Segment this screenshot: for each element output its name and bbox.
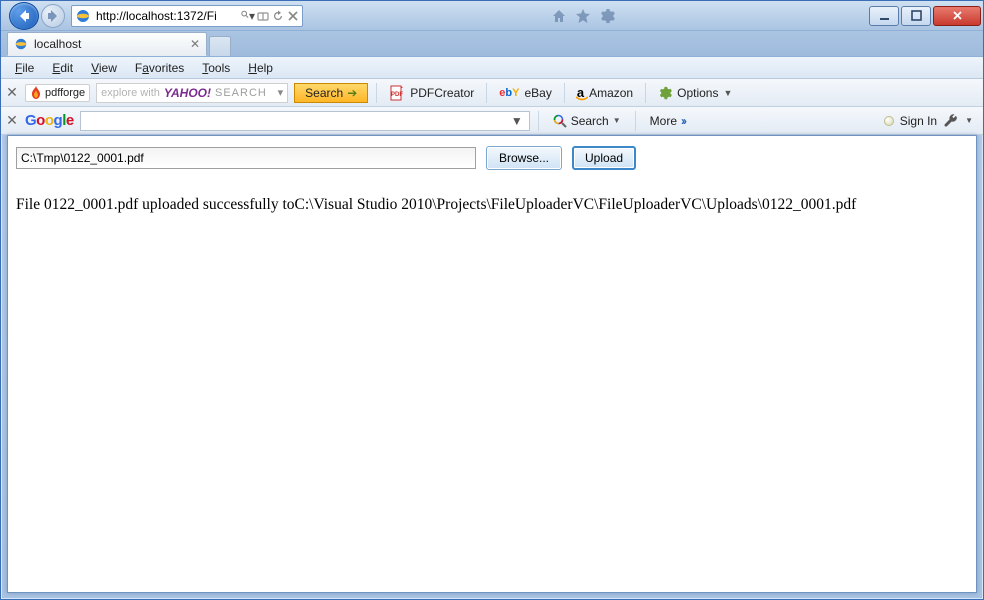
svg-text:PDF: PDF [391, 92, 403, 98]
yahoo-search-button[interactable]: Search ➔ [294, 83, 368, 103]
yahoo-search-box[interactable]: explore with YAHOO! SEARCH ▾ [96, 83, 288, 103]
stop-icon[interactable] [286, 9, 300, 23]
maximize-button[interactable] [901, 6, 931, 26]
search-icon [553, 114, 567, 128]
ebay-link[interactable]: ebY eBay [495, 86, 556, 100]
forward-button[interactable] [41, 4, 65, 28]
divider [486, 83, 487, 103]
pdfcreator-link[interactable]: PDF PDFCreator [385, 85, 478, 101]
dropdown-icon[interactable]: ▾ [278, 86, 284, 99]
menu-help[interactable]: Help [240, 59, 281, 77]
toolbar-google: ✕ Google ▼ Search ▼ More ›› Sign In ▼ [1, 107, 983, 135]
home-icon[interactable] [551, 8, 567, 24]
pdfcreator-label: PDFCreator [410, 86, 474, 100]
amazon-label: Amazon [589, 86, 633, 100]
address-bar-buttons: ▾ [239, 9, 302, 23]
menu-edit[interactable]: Edit [44, 59, 81, 77]
divider [635, 111, 636, 131]
amazon-icon: a [577, 85, 584, 100]
menu-view[interactable]: View [83, 59, 125, 77]
options-label: Options [677, 86, 718, 100]
dropdown-icon[interactable]: ▼ [965, 116, 973, 125]
address-input[interactable] [94, 9, 239, 23]
menu-favorites[interactable]: Favorites [127, 59, 192, 77]
ebay-label: eBay [524, 86, 551, 100]
chevron-right-icon: ›› [681, 114, 685, 128]
divider [645, 83, 646, 103]
pdfforge-logo[interactable]: pdfforge [25, 84, 90, 102]
ie-page-icon [14, 37, 28, 51]
ebay-icon: ebY [499, 87, 519, 99]
browser-window: ▾ localhost ✕ FFileile [0, 0, 984, 600]
yahoo-logo: YAHOO! [164, 86, 211, 100]
file-path-input[interactable] [16, 147, 476, 169]
menu-tools[interactable]: Tools [194, 59, 238, 77]
new-tab-button[interactable] [209, 36, 231, 56]
google-search-input[interactable] [81, 114, 505, 128]
arrow-right-icon [45, 8, 61, 24]
ie-page-icon [75, 8, 91, 24]
yahoo-search-label: SEARCH [215, 87, 267, 99]
dropdown-icon[interactable]: ▼ [505, 114, 529, 128]
close-button[interactable] [933, 6, 981, 26]
content-area: Browse... Upload File 0122_0001.pdf uplo… [7, 135, 977, 593]
favorites-star-icon[interactable] [575, 8, 591, 24]
tab-title: localhost [34, 37, 81, 51]
google-search-button[interactable]: Search ▼ [547, 114, 627, 128]
dropdown-icon: ▼ [613, 116, 621, 125]
toolbar-pdfforge: ✕ pdfforge explore with YAHOO! SEARCH ▾ … [1, 79, 983, 107]
divider [538, 111, 539, 131]
options-button[interactable]: Options ▼ [654, 86, 736, 100]
menu-file[interactable]: FFileile [7, 59, 42, 77]
amazon-link[interactable]: a Amazon [573, 85, 637, 100]
yahoo-placeholder: explore with [101, 87, 160, 99]
tab-close-icon[interactable]: ✕ [190, 37, 200, 51]
divider [376, 83, 377, 103]
more-button[interactable]: More ›› [644, 114, 691, 128]
nav-buttons [9, 2, 65, 30]
toolbar-close-icon[interactable]: ✕ [5, 84, 19, 101]
search-dropdown-icon[interactable]: ▾ [241, 9, 255, 23]
google-search-box[interactable]: ▼ [80, 111, 530, 131]
upload-result-message: File 0122_0001.pdf uploaded successfully… [16, 196, 968, 214]
signin-area: Sign In ▼ [884, 113, 979, 129]
more-label: More [650, 114, 677, 128]
dropdown-icon: ▼ [723, 88, 732, 98]
signin-button[interactable]: Sign In [900, 114, 937, 128]
tab-strip: localhost ✕ [1, 31, 983, 57]
address-bar[interactable]: ▾ [71, 5, 303, 27]
upload-form: Browse... Upload [16, 146, 968, 170]
wrench-icon[interactable] [943, 113, 959, 129]
menu-bar: FFileile Edit View Favorites Tools Help [1, 57, 983, 79]
page-body: Browse... Upload File 0122_0001.pdf uplo… [8, 136, 976, 224]
status-dot-icon [884, 116, 894, 126]
arrow-left-icon [16, 8, 32, 24]
back-button[interactable] [9, 2, 39, 30]
google-search-label: Search [571, 114, 609, 128]
refresh-icon[interactable] [271, 9, 285, 23]
window-controls [867, 6, 981, 26]
pdf-icon: PDF [389, 85, 405, 101]
compat-view-icon[interactable] [256, 9, 270, 23]
title-right-icons [551, 8, 615, 24]
browse-button[interactable]: Browse... [486, 146, 562, 170]
go-arrow-icon: ➔ [347, 86, 357, 100]
search-button-label: Search [305, 86, 343, 100]
upload-button[interactable]: Upload [572, 146, 636, 170]
pdfforge-label: pdfforge [45, 87, 85, 99]
gear-icon [658, 86, 672, 100]
flame-icon [30, 86, 42, 100]
toolbar-close-icon[interactable]: ✕ [5, 112, 19, 129]
minimize-button[interactable] [869, 6, 899, 26]
titlebar: ▾ [1, 1, 983, 31]
google-logo[interactable]: Google [25, 112, 74, 129]
tab-active[interactable]: localhost ✕ [7, 32, 207, 56]
divider [564, 83, 565, 103]
tools-gear-icon[interactable] [599, 8, 615, 24]
